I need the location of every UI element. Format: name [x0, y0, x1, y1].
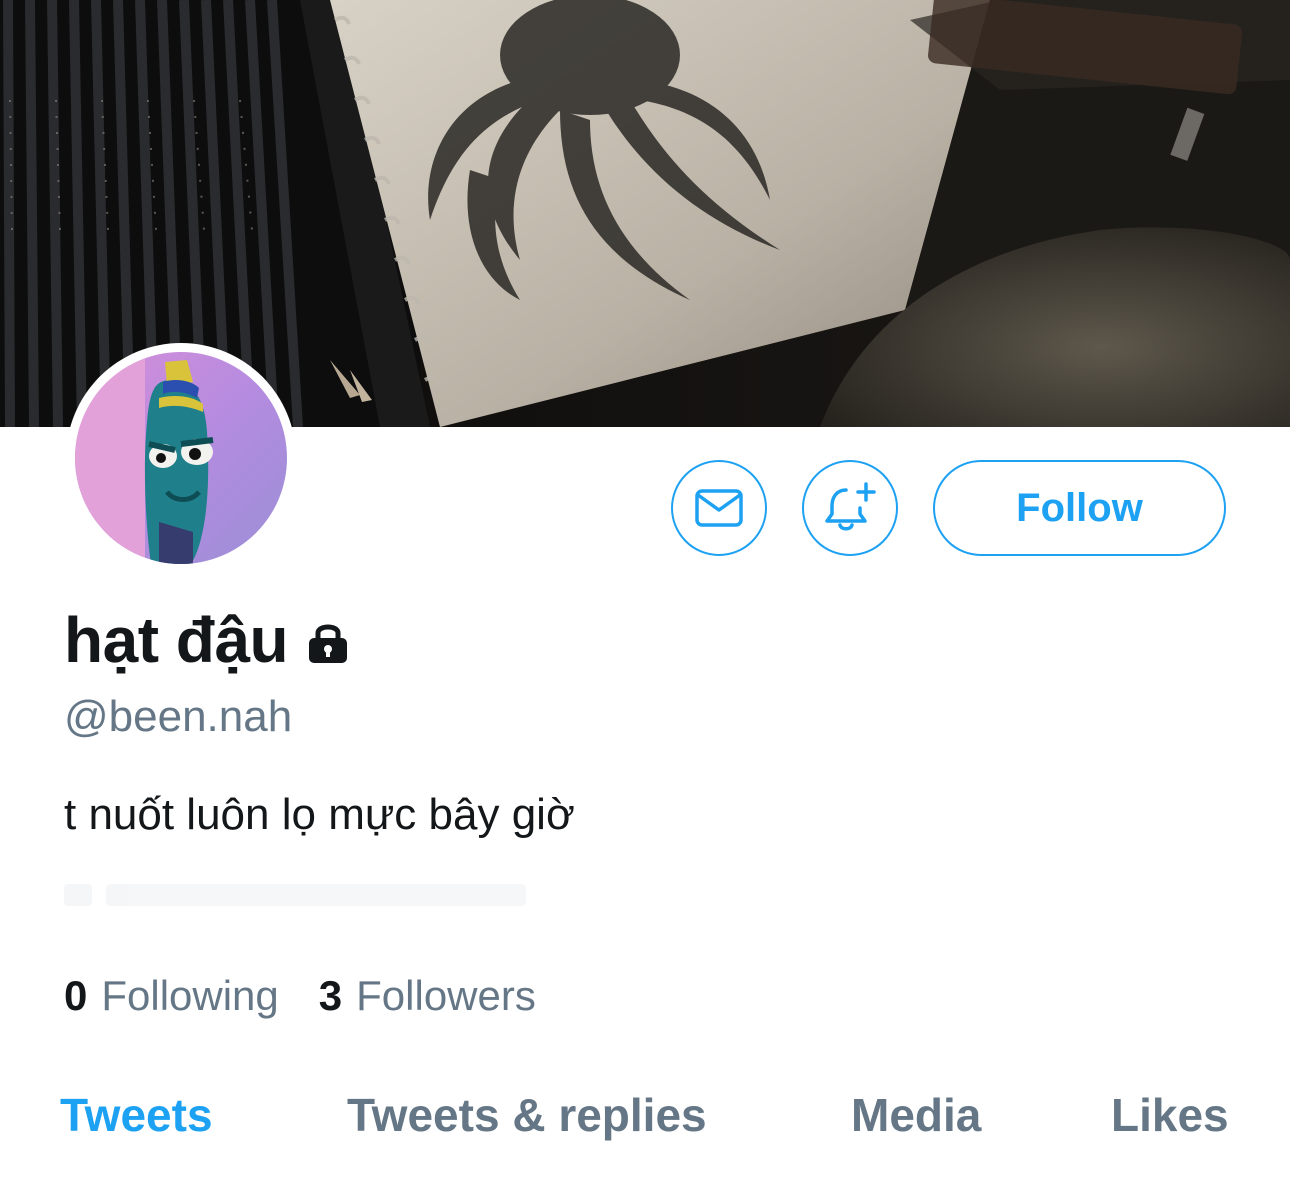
following-count: 0: [64, 972, 88, 1019]
envelope-icon: [695, 489, 743, 527]
following-stat[interactable]: 0 Following: [64, 972, 279, 1020]
avatar-image: [75, 352, 287, 564]
tab-media[interactable]: Media: [851, 1088, 981, 1142]
tab-likes[interactable]: Likes: [1111, 1088, 1229, 1142]
followers-label: Followers: [356, 972, 536, 1019]
bell-plus-icon: [825, 482, 876, 531]
display-name-row: hạt đậu: [64, 600, 352, 680]
tab-tweets[interactable]: Tweets: [60, 1088, 213, 1142]
profile-tabs: Tweets Tweets & replies Media Likes: [0, 1080, 1290, 1154]
lock-icon: [304, 619, 352, 667]
profile-avatar[interactable]: [66, 343, 296, 573]
faint-metadata-row: [64, 875, 544, 915]
followers-stat[interactable]: 3 Followers: [319, 972, 536, 1020]
follow-stats: 0 Following 3 Followers: [64, 972, 536, 1020]
notifications-button[interactable]: [802, 460, 898, 556]
profile-bio: t nuốt luôn lọ mực bây giờ: [64, 790, 575, 839]
followers-count: 3: [318, 972, 343, 1019]
following-label: Following: [101, 972, 279, 1019]
tab-tweets-and-replies[interactable]: Tweets & replies: [347, 1088, 707, 1142]
message-button[interactable]: [671, 460, 767, 556]
follow-button[interactable]: Follow: [933, 460, 1226, 556]
display-name: hạt đậu: [64, 604, 289, 676]
profile-handle: @been.nah: [64, 692, 293, 741]
